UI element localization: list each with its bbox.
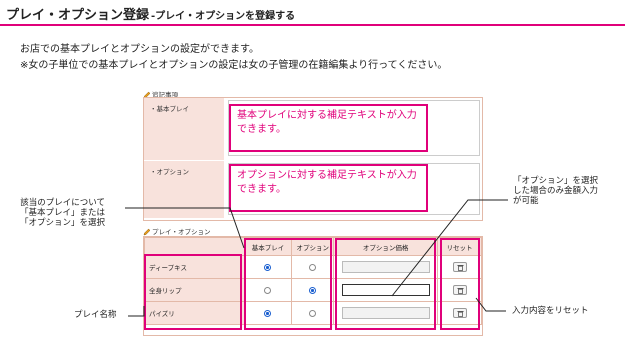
callout-reset: 入力内容をリセット — [512, 306, 589, 316]
callout-select-type: 該当のプレイについて 「基本プレイ」または 「オプション」を選択 — [20, 198, 106, 228]
callout-lines — [125, 199, 508, 317]
callout-play-name: プレイ名称 — [74, 310, 117, 320]
callout-option-price: 「オプション」を選択 した場合のみ金額入力 が可能 — [513, 176, 599, 206]
